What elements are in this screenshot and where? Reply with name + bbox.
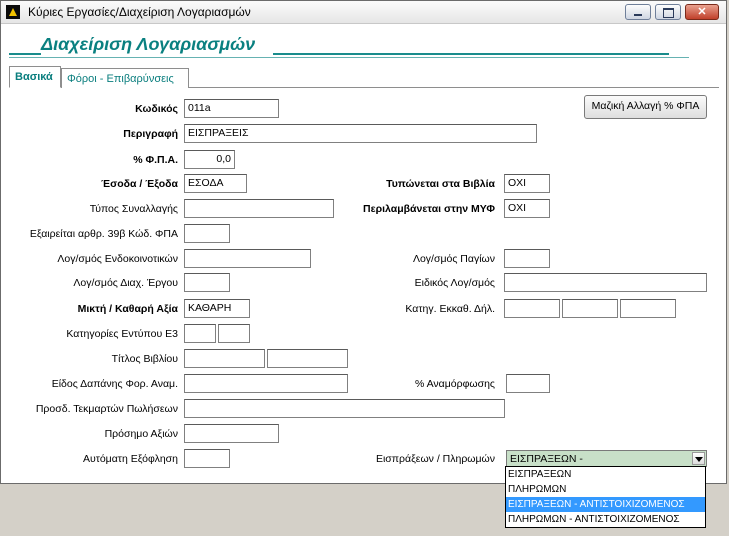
printed-in-books-field[interactable]: ΟΧΙ	[504, 174, 550, 193]
sales-evidence-field[interactable]	[184, 399, 505, 418]
dropdown-option-selected[interactable]: ΕΙΣΠΡΑΞΕΩΝ - ΑΝΤΙΣΤΟΙΧΙΖΟΜΕΝΟΣ	[506, 497, 705, 512]
book-title-field-1[interactable]	[184, 349, 265, 368]
project-mgmt-field[interactable]	[184, 273, 230, 292]
expense-type-label: Είδος Δαπάνης Φορ. Αναμ.	[51, 378, 178, 390]
vat-pct-field[interactable]: 0,0	[184, 150, 235, 169]
code-label: Κωδικός	[135, 103, 178, 115]
code-field[interactable]: 011a	[184, 99, 279, 118]
dropdown-option[interactable]: ΕΙΣΠΡΑΞΕΩΝ	[506, 467, 705, 482]
auto-settlement-label: Αυτόματη Εξόφληση	[82, 453, 178, 465]
description-field[interactable]: ΕΙΣΠΡΑΞΕΙΣ	[184, 124, 537, 143]
expense-type-field[interactable]	[184, 374, 348, 393]
value-sign-label: Πρόσημο Αξιών	[104, 428, 178, 440]
intra-community-field[interactable]	[184, 249, 311, 268]
clearance-category-field-2[interactable]	[562, 299, 618, 318]
vat-pct-label: % Φ.Π.Α.	[133, 154, 178, 166]
minimize-button[interactable]	[625, 4, 651, 20]
tab-basic[interactable]: Βασικά	[9, 66, 61, 88]
page-title: Διαχείριση Λογαριασμών	[41, 34, 256, 54]
restatement-pct-field[interactable]	[506, 374, 550, 393]
included-in-myf-field[interactable]: ΟΧΙ	[504, 199, 550, 218]
header-line-right	[273, 53, 669, 55]
transaction-type-label: Τύπος Συναλλαγής	[89, 203, 178, 215]
header-line-left	[9, 53, 41, 55]
tab-divider	[189, 87, 719, 88]
sales-evidence-label: Προσδ. Τεκμαρτών Πωλήσεων	[35, 403, 178, 415]
dropdown-option[interactable]: ΠΛΗΡΩΜΩΝ - ΑΝΤΙΣΤΟΙΧΙΖΟΜΕΝΟΣ	[506, 512, 705, 527]
gross-net-field[interactable]: ΚΑΘΑΡΗ	[184, 299, 250, 318]
transaction-type-field[interactable]	[184, 199, 334, 218]
fixed-assets-field[interactable]	[504, 249, 550, 268]
maximize-button[interactable]	[655, 4, 681, 20]
income-expense-field[interactable]: ΕΣΟΔΑ	[184, 174, 247, 193]
special-account-field[interactable]	[504, 273, 707, 292]
project-mgmt-label: Λογ/σμός Διαχ. Έργου	[73, 277, 178, 289]
special-account-label: Ειδικός Λογ/σμός	[414, 277, 495, 289]
restatement-pct-label: % Αναμόρφωσης	[414, 378, 495, 390]
exempt-39b-label: Εξαιρείται αρθρ. 39β Κώδ. ΦΠΑ	[29, 228, 178, 240]
gross-net-label: Μικτή / Καθαρή Αξία	[77, 303, 178, 315]
mass-vat-change-button[interactable]: Μαζική Αλλαγή % ΦΠΑ	[584, 95, 707, 119]
e3-categories-field-2[interactable]	[218, 324, 250, 343]
window-title: Κύριες Εργασίες/Διαχείριση Λογαριασμών	[28, 5, 251, 19]
header-underline	[9, 57, 689, 58]
receipts-payments-dropdown: ΕΙΣΠΡΑΞΕΩΝ ΠΛΗΡΩΜΩΝ ΕΙΣΠΡΑΞΕΩΝ - ΑΝΤΙΣΤΟ…	[505, 466, 706, 528]
exempt-39b-field[interactable]	[184, 224, 230, 243]
fixed-assets-label: Λογ/σμός Παγίων	[412, 253, 495, 265]
auto-settlement-field[interactable]	[184, 449, 230, 468]
book-title-field-2[interactable]	[267, 349, 348, 368]
value-sign-field[interactable]	[184, 424, 279, 443]
chevron-down-icon[interactable]	[692, 452, 705, 465]
book-title-label: Τίτλος Βιβλίου	[111, 353, 178, 365]
title-bar[interactable]: Κύριες Εργασίες/Διαχείριση Λογαριασμών	[1, 1, 726, 24]
description-label: Περιγραφή	[123, 128, 178, 140]
clearance-category-field-3[interactable]	[620, 299, 676, 318]
dropdown-option[interactable]: ΠΛΗΡΩΜΩΝ	[506, 482, 705, 497]
receipts-payments-value: ΕΙΣΠΡΑΞΕΩΝ -	[510, 453, 583, 465]
e3-categories-label: Κατηγορίες Εντύπου Ε3	[66, 328, 178, 340]
app-icon	[6, 5, 20, 19]
tab-taxes[interactable]: Φόροι - Επιβαρύνσεις	[61, 68, 189, 88]
included-in-myf-label: Περιλαμβάνεται στην ΜΥΦ	[363, 203, 495, 215]
receipts-payments-label: Εισπράξεων / Πληρωμών	[375, 453, 495, 465]
e3-categories-field-1[interactable]	[184, 324, 216, 343]
receipts-payments-select[interactable]: ΕΙΣΠΡΑΞΕΩΝ -	[506, 450, 707, 467]
accounts-window: Κύριες Εργασίες/Διαχείριση Λογαριασμών Δ…	[0, 0, 727, 484]
close-button[interactable]	[685, 4, 719, 20]
clearance-category-label: Κατηγ. Εκκαθ. Δήλ.	[405, 303, 495, 315]
printed-in-books-label: Τυπώνεται στα Βιβλία	[386, 178, 495, 190]
clearance-category-field-1[interactable]	[504, 299, 560, 318]
income-expense-label: Έσοδα / Έξοδα	[101, 178, 178, 190]
intra-community-label: Λογ/σμός Ενδοκοινοτικών	[57, 253, 178, 265]
